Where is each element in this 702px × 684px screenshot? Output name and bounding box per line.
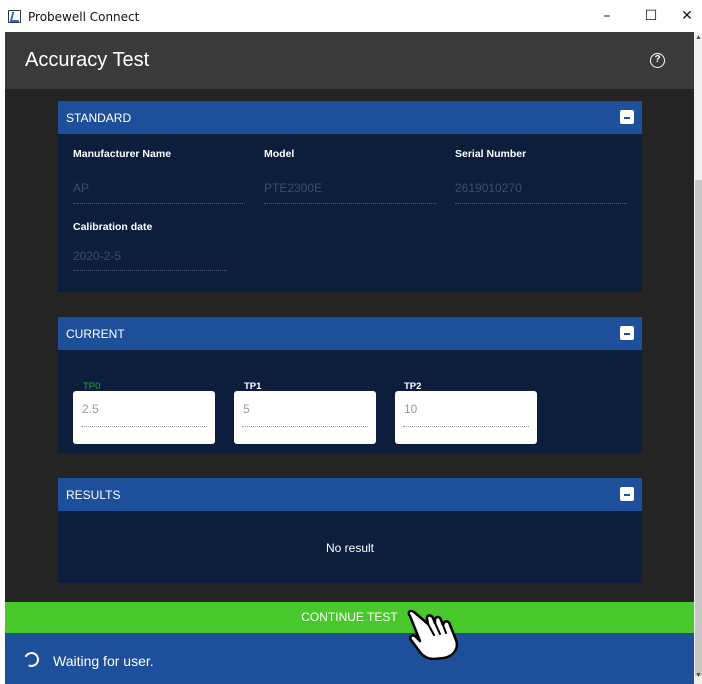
window-titlebar: Probewell Connect – ☐ ✕ — [0, 0, 702, 32]
app-frame: Accuracy Test ? STANDARD Manufacturer Na… — [5, 32, 694, 684]
current-collapse-button[interactable] — [620, 326, 634, 340]
status-bar: Waiting for user. — [5, 633, 694, 684]
model-label: Model — [264, 148, 295, 160]
standard-card-header[interactable]: STANDARD — [58, 101, 642, 134]
serial-number-label: Serial Number — [455, 148, 527, 160]
results-card-title: RESULTS — [66, 488, 121, 502]
status-text: Waiting for user. — [53, 653, 154, 669]
tp2-value: 10 — [404, 402, 418, 416]
calibration-date-label: Calibration date — [73, 221, 153, 233]
current-card-header[interactable]: CURRENT — [58, 317, 642, 350]
tp0-value: 2.5 — [82, 402, 99, 416]
page-title: Accuracy Test — [25, 49, 150, 71]
tp0-input[interactable]: 2.5 — [73, 391, 215, 444]
tp2-input[interactable]: 10 — [395, 391, 537, 444]
manufacturer-label: Manufacturer Name — [73, 148, 172, 160]
close-button[interactable]: ✕ — [664, 0, 702, 32]
model-value: PTE2300E — [264, 181, 323, 195]
help-icon[interactable]: ? — [650, 53, 665, 68]
model-underline — [264, 203, 436, 204]
serial-number-value: 2619010270 — [455, 181, 522, 195]
tp1-value: 5 — [243, 402, 250, 416]
tp2-underline — [403, 426, 529, 427]
loading-spinner-icon — [21, 649, 42, 670]
manufacturer-value: AP — [73, 181, 90, 195]
standard-card-title: STANDARD — [66, 111, 132, 125]
current-card: CURRENT TP0 2.5 TP1 5 TP2 10 — [58, 317, 642, 453]
scroll-down-arrow-icon[interactable]: ▼ — [695, 672, 702, 679]
no-result-text: No result — [325, 541, 375, 555]
tp1-underline — [242, 426, 368, 427]
serial-number-underline — [455, 203, 627, 204]
results-card: RESULTS No result — [58, 478, 642, 583]
app-header: Accuracy Test ? — [5, 32, 694, 89]
tp1-input[interactable]: 5 — [234, 391, 376, 444]
scrollbar-thumb[interactable] — [695, 180, 702, 676]
scroll-up-arrow-icon[interactable]: ▲ — [695, 34, 702, 41]
hand-pointer-icon — [407, 609, 459, 660]
standard-collapse-button[interactable] — [620, 110, 634, 124]
standard-card: STANDARD Manufacturer Name AP Model PTE2… — [58, 101, 642, 292]
calibration-date-value: 2020-2-5 — [73, 249, 122, 263]
current-card-title: CURRENT — [66, 327, 125, 341]
tp0-underline — [81, 426, 207, 427]
results-card-header[interactable]: RESULTS — [58, 478, 642, 511]
calibration-date-underline — [73, 270, 227, 271]
results-collapse-button[interactable] — [620, 487, 634, 501]
window-title: Probewell Connect — [28, 10, 140, 24]
app-logo-icon — [8, 10, 21, 23]
continue-test-button[interactable]: CONTINUE TEST — [5, 602, 694, 633]
minimize-button[interactable]: – — [584, 0, 630, 32]
manufacturer-underline — [73, 203, 245, 204]
